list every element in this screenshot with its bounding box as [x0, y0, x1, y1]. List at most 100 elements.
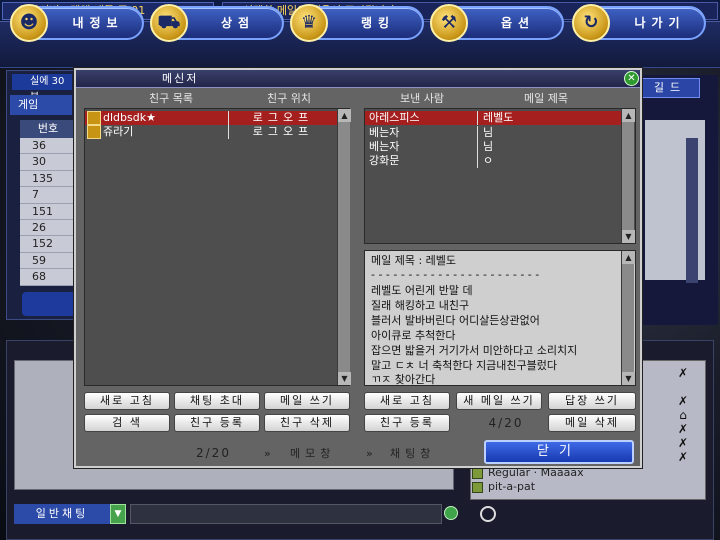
- scroll-up-icon[interactable]: ▲: [338, 109, 351, 122]
- friend-list-scrollbar[interactable]: ▲ ▼: [337, 109, 351, 385]
- mail-subject: 님: [483, 126, 494, 139]
- nav-label: 옵션: [500, 16, 536, 30]
- house-icon[interactable]: ⌂: [676, 408, 690, 422]
- close-messenger-button[interactable]: 닫기: [484, 440, 634, 464]
- person-icon: ☻: [10, 4, 48, 42]
- mail-body-scrollbar[interactable]: ▲ ▼: [621, 251, 635, 385]
- scroll-up-icon[interactable]: ▲: [622, 251, 635, 264]
- mail-row[interactable]: 베는자 님: [365, 140, 621, 154]
- mail-sender: 베는자: [369, 140, 400, 153]
- room-number-list: 36 30 135 7 151 26 152 59 68: [20, 138, 76, 286]
- friend-row[interactable]: dldbsdk★ 로그오프: [85, 111, 337, 125]
- room-number[interactable]: 68: [20, 269, 76, 286]
- chat-type-select[interactable]: 일반채팅: [14, 504, 110, 524]
- user-name: pit-a-pat: [488, 480, 536, 493]
- column-divider: [228, 111, 229, 125]
- delete-mail-button[interactable]: 메일 삭제: [548, 414, 636, 432]
- close-icon[interactable]: ✕: [624, 71, 639, 86]
- scroll-down-icon[interactable]: ▼: [622, 372, 635, 385]
- user-list-item[interactable]: pit-a-pat: [472, 480, 672, 494]
- mail-add-friend-button[interactable]: 친구 등록: [364, 414, 450, 432]
- user-list-item[interactable]: Regular · Maaaax: [472, 466, 672, 480]
- reply-button[interactable]: 답장 쓰기: [548, 392, 636, 410]
- messenger-window: 메신저 ✕ 친구 목록 친구 위치 dldbsdk★ 로그오프 쥬라기 로그오프…: [74, 68, 642, 468]
- mail-count: 4/20: [488, 416, 524, 430]
- mail-sender: 베는자: [369, 126, 400, 139]
- friend-list: dldbsdk★ 로그오프 쥬라기 로그오프 ▲ ▼: [84, 108, 351, 386]
- mail-list: 아레스피스 레벨도 베는자 님 베는자 님 강화문 ㅇ ▲ ▼: [364, 108, 636, 244]
- scroll-up-icon[interactable]: ▲: [622, 109, 635, 122]
- tools-icon: ⚒: [430, 4, 468, 42]
- mail-line: ㄲㅈ 찾아간다: [371, 373, 436, 386]
- guild-button[interactable]: 길드: [640, 78, 700, 98]
- column-divider: [477, 154, 478, 168]
- scroll-down-icon[interactable]: ▼: [338, 372, 351, 385]
- friend-count: 2/20: [196, 446, 231, 460]
- column-divider: [477, 126, 478, 140]
- mail-subject: ㅇ: [483, 154, 494, 167]
- mail-row[interactable]: 아레스피스 레벨도: [365, 111, 621, 125]
- room-number[interactable]: 135: [20, 171, 76, 188]
- mail-line: 블러서 발바버린다 어디살든상관없어: [371, 314, 540, 327]
- friend-list-header: 친구 목록: [149, 92, 193, 105]
- scroll-down-icon[interactable]: ▼: [622, 230, 635, 243]
- chat-input[interactable]: [130, 504, 442, 524]
- mail-line: 아이큐로 추척한다: [371, 329, 456, 342]
- lobby-mail-button[interactable]: [22, 292, 76, 316]
- room-number[interactable]: 151: [20, 204, 76, 220]
- mail-row[interactable]: 강화문 ㅇ: [365, 154, 621, 168]
- mail-subject: 레벨도: [483, 111, 514, 124]
- chat-send-button[interactable]: [444, 506, 458, 520]
- nav-exit-button[interactable]: ↻ 나가기: [572, 4, 706, 42]
- room-number[interactable]: 59: [20, 253, 76, 270]
- friend-row[interactable]: 쥬라기 로그오프: [85, 125, 337, 139]
- user-rank-icon: [472, 482, 483, 493]
- exit-icon: ↻: [572, 4, 610, 42]
- mail-line: 질래 해킹하고 내친구: [371, 299, 470, 312]
- chat-window-link[interactable]: 채팅창: [390, 446, 460, 462]
- add-friend-button[interactable]: 친구 등록: [174, 414, 260, 432]
- room-number[interactable]: 152: [20, 236, 76, 253]
- nav-shop-button[interactable]: ⛟ 상점: [150, 4, 284, 42]
- search-icon[interactable]: [480, 506, 496, 522]
- mail-line: 레벨도 어린게 반말 데: [371, 284, 473, 297]
- friend-name: dldbsdk★: [103, 111, 156, 124]
- write-mail-button[interactable]: 메일 쓰기: [264, 392, 350, 410]
- mail-row[interactable]: 베는자 님: [365, 126, 621, 140]
- cart-icon: ⛟: [150, 4, 188, 42]
- mail-list-scrollbar[interactable]: ▲ ▼: [621, 109, 635, 243]
- cross-icon[interactable]: ✗: [676, 436, 690, 450]
- arrow-icon: »: [264, 447, 276, 460]
- nav-my-info-button[interactable]: ☻ 내정보: [10, 4, 144, 42]
- cross-icon[interactable]: ✗: [676, 422, 690, 436]
- user-rank-icon: [472, 468, 483, 479]
- cross-icon[interactable]: ✗: [676, 394, 690, 408]
- nav-ranking-button[interactable]: ♛ 랭킹: [290, 4, 424, 42]
- search-button[interactable]: 검 색: [84, 414, 170, 432]
- messenger-title: 메신저: [76, 70, 640, 88]
- nav-label: 나가기: [634, 16, 686, 30]
- friend-refresh-button[interactable]: 새로 고침: [84, 392, 170, 410]
- room-number[interactable]: 26: [20, 220, 76, 237]
- chevron-down-icon[interactable]: ▼: [110, 504, 126, 524]
- cross-icon[interactable]: ✗: [676, 366, 690, 380]
- mail-subject: 님: [483, 140, 494, 153]
- memo-window-link[interactable]: 메모창: [290, 446, 360, 462]
- friend-name: 쥬라기: [103, 125, 134, 138]
- lobby-tab[interactable]: 게임: [10, 95, 72, 115]
- lobby-right-scrollbar[interactable]: [686, 138, 698, 283]
- friend-location: 로그오프: [252, 125, 314, 138]
- invite-chat-button[interactable]: 채팅 초대: [174, 392, 260, 410]
- room-number[interactable]: 7: [20, 187, 76, 204]
- sender-header: 보낸 사람: [400, 92, 444, 105]
- delete-friend-button[interactable]: 친구 삭제: [264, 414, 350, 432]
- mail-sender: 강화문: [369, 154, 400, 167]
- friend-avatar-icon: [87, 111, 101, 125]
- cross-icon[interactable]: ✗: [676, 450, 690, 464]
- room-number[interactable]: 36: [20, 138, 76, 155]
- nav-options-button[interactable]: ⚒ 옵션: [430, 4, 564, 42]
- mail-line: 잡으면 밟을거 거기가서 미안하다고 소리치지: [371, 344, 578, 357]
- mail-refresh-button[interactable]: 새로 고침: [364, 392, 450, 410]
- room-number[interactable]: 30: [20, 154, 76, 171]
- new-mail-button[interactable]: 새 메일 쓰기: [456, 392, 542, 410]
